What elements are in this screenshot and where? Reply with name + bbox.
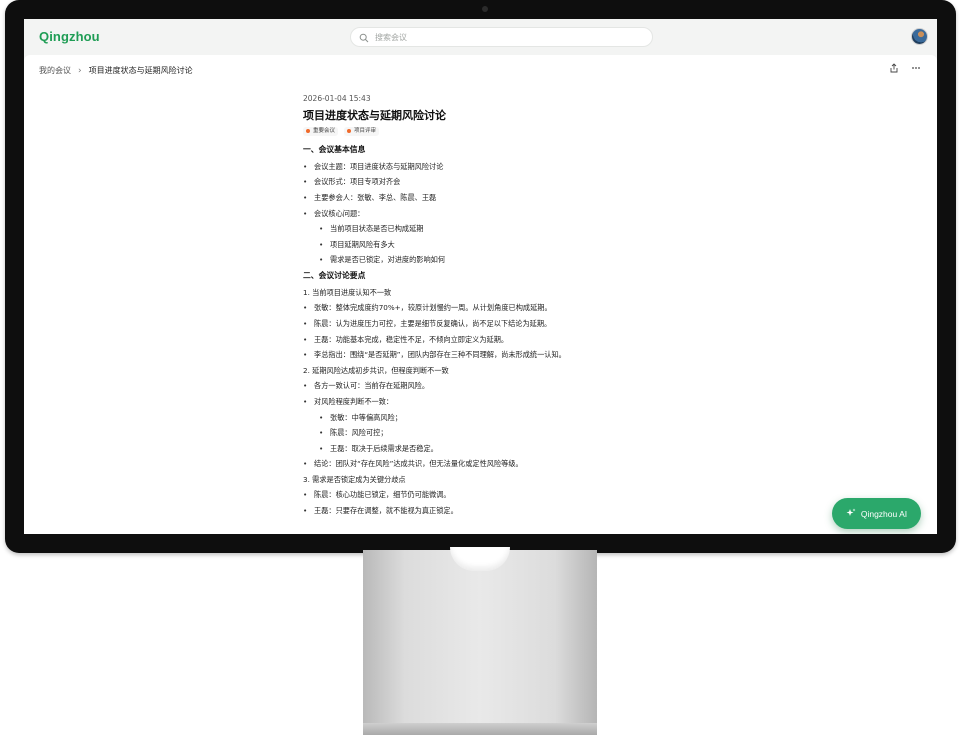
sub-list-item: • 项目延期风险有多大 bbox=[319, 239, 395, 249]
list-item: • 王磊：功能基本完成，稳定性不足，不倾向立即定义为延期。 bbox=[303, 334, 509, 344]
page-title: 项目进度状态与延期风险讨论 bbox=[303, 108, 446, 122]
chevron-right-icon: › bbox=[78, 65, 82, 76]
sub-list-item: • 张敏：中等偏高风险； bbox=[319, 412, 402, 422]
numbered-point: 2. 延期风险达成初步共识，但程度判断不一致 bbox=[303, 365, 449, 375]
ai-assistant-button[interactable]: Qingzhou AI bbox=[832, 498, 921, 529]
list-item-text: 项目延期风险有多大 bbox=[330, 239, 395, 249]
list-item-text: 会议形式：项目专项对齐会 bbox=[314, 177, 401, 187]
monitor-stand bbox=[363, 547, 597, 735]
list-item-text: 结论：团队对“存在风险”达成共识，但无法量化或定性风险等级。 bbox=[314, 459, 523, 469]
stand-base bbox=[363, 723, 597, 735]
list-item: • 陈晨：认为进度压力可控，主要是细节反复确认，尚不足以下结论为延期。 bbox=[303, 318, 552, 328]
list-item-text: 陈晨：风险可控； bbox=[330, 428, 388, 438]
list-item: • 对风险程度判断不一致： bbox=[303, 396, 394, 406]
section-heading: 二、会议讨论要点 bbox=[303, 270, 366, 280]
list-item-text: 需求是否已锁定，对进度的影响如何 bbox=[330, 255, 446, 265]
breadcrumb: 我的会议 › 项目进度状态与延期风险讨论 bbox=[39, 65, 193, 76]
sub-list-item: • 王磊：取决于后续需求是否稳定。 bbox=[319, 443, 438, 453]
section-heading: 一、会议基本信息 bbox=[303, 145, 366, 154]
list-item-text: 对风险程度判断不一致： bbox=[314, 396, 394, 406]
breadcrumb-current: 项目进度状态与延期风险讨论 bbox=[88, 66, 193, 75]
meeting-notes: 2026-01-04 15:43 项目进度状态与延期风险讨论 重要会议 项目评审… bbox=[303, 95, 663, 523]
numbered-point: 3. 需求是否锁定成为关键分歧点 bbox=[303, 474, 406, 484]
list-item: • 李总指出：围绕“是否延期”，团队内部存在三种不同理解，尚未形成统一认知。 bbox=[303, 350, 566, 360]
avatar[interactable] bbox=[911, 28, 928, 45]
list-item-text: 李总指出：围绕“是否延期”，团队内部存在三种不同理解，尚未形成统一认知。 bbox=[314, 350, 566, 360]
tag-dot bbox=[347, 129, 352, 134]
monitor-frame: Qingzhou 我的会议 › 项目进度状态与延期风险讨论 bbox=[5, 0, 956, 553]
page-actions bbox=[889, 63, 921, 73]
app-logo[interactable]: Qingzhou bbox=[39, 29, 100, 44]
list-item-text: 王磊：功能基本完成，稳定性不足，不倾向立即定义为延期。 bbox=[314, 334, 509, 344]
sub-list-item: • 需求是否已锁定，对进度的影响如何 bbox=[319, 255, 446, 265]
stand-cutout bbox=[450, 547, 510, 571]
list-item-text: 张敏：整体完成度约70%+，较原计划慢约一周。从计划角度已构成延期。 bbox=[314, 303, 552, 313]
sub-list-item: • 陈晨：风险可控； bbox=[319, 428, 388, 438]
tag[interactable]: 重要会议 bbox=[303, 126, 339, 136]
list-item: • 会议形式：项目专项对齐会 bbox=[303, 177, 401, 187]
list-item-text: 主要参会人：张敏、李总、陈晨、王磊 bbox=[314, 192, 437, 202]
list-item: • 会议核心问题： bbox=[303, 208, 365, 218]
tag-list: 重要会议 项目评审 bbox=[303, 126, 663, 136]
list-item: • 张敏：整体完成度约70%+，较原计划慢约一周。从计划角度已构成延期。 bbox=[303, 303, 552, 313]
tag-dot bbox=[306, 129, 310, 134]
tag-label: 项目评审 bbox=[354, 127, 377, 134]
list-item-text: 当前项目状态是否已构成延期 bbox=[330, 224, 424, 234]
list-item-text: 会议核心问题： bbox=[314, 208, 365, 218]
breadcrumb-home[interactable]: 我的会议 bbox=[39, 65, 71, 76]
list-item-text: 会议主题：项目进度状态与延期风险讨论 bbox=[314, 161, 444, 171]
search-input[interactable] bbox=[375, 32, 635, 42]
top-bar: Qingzhou bbox=[24, 19, 937, 55]
list-item: • 主要参会人：张敏、李总、陈晨、王磊 bbox=[303, 192, 437, 202]
list-item: • 陈晨：核心功能已锁定，细节仍可能微调。 bbox=[303, 490, 451, 500]
screen: Qingzhou 我的会议 › 项目进度状态与延期风险讨论 bbox=[24, 19, 937, 534]
camera-dot bbox=[482, 6, 488, 12]
list-item-text: 张敏：中等偏高风险； bbox=[330, 412, 402, 422]
tag[interactable]: 项目评审 bbox=[344, 126, 380, 136]
list-item-text: 陈晨：核心功能已锁定，细节仍可能微调。 bbox=[314, 490, 451, 500]
share-icon[interactable] bbox=[889, 63, 899, 73]
meeting-date: 2026-01-04 15:43 bbox=[303, 94, 371, 103]
list-item: • 结论：团队对“存在风险”达成共识，但无法量化或定性风险等级。 bbox=[303, 459, 523, 469]
tag-label: 重要会议 bbox=[313, 127, 336, 134]
numbered-point: 1. 当前项目进度认知不一致 bbox=[303, 287, 392, 297]
list-item-text: 王磊：只要存在调整，就不能视为真正锁定。 bbox=[314, 506, 458, 516]
search-box[interactable] bbox=[350, 27, 653, 47]
list-item-text: 王磊：取决于后续需求是否稳定。 bbox=[330, 443, 438, 453]
main-content: 我的会议 › 项目进度状态与延期风险讨论 2026-01-04 15:43 项目… bbox=[24, 55, 937, 534]
search-icon bbox=[359, 28, 369, 47]
list-item: • 各方一致认可：当前存在延期风险。 bbox=[303, 381, 430, 391]
list-item: • 会议主题：项目进度状态与延期风险讨论 bbox=[303, 161, 444, 171]
more-horizontal-icon[interactable] bbox=[911, 63, 921, 73]
list-item-text: 陈晨：认为进度压力可控，主要是细节反复确认，尚不足以下结论为延期。 bbox=[314, 318, 552, 328]
sparkle-icon bbox=[846, 508, 856, 520]
list-item: • 王磊：只要存在调整，就不能视为真正锁定。 bbox=[303, 506, 458, 516]
list-item-text: 各方一致认可：当前存在延期风险。 bbox=[314, 381, 430, 391]
sub-list-item: • 当前项目状态是否已构成延期 bbox=[319, 224, 424, 234]
ai-button-label: Qingzhou AI bbox=[860, 508, 908, 519]
